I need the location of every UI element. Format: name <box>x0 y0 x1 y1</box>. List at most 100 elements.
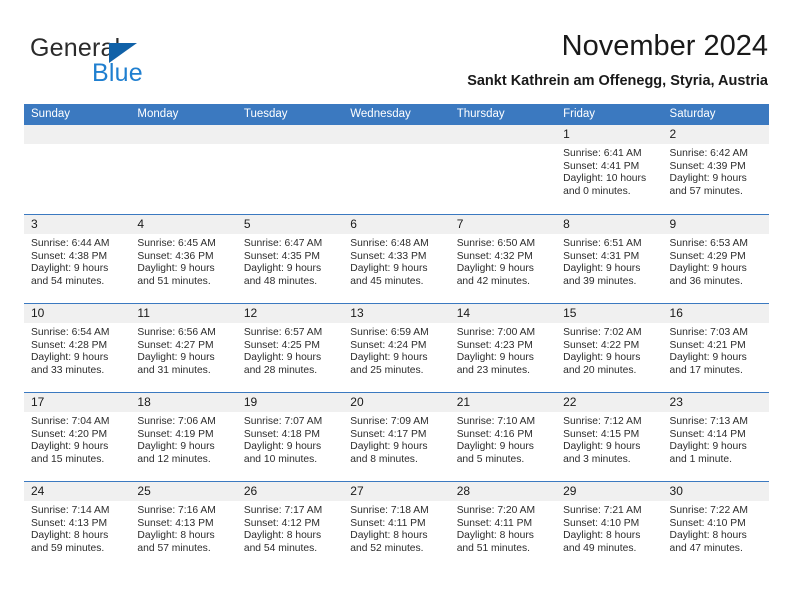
day-number: 7 <box>449 215 557 234</box>
calendar-day-cell[interactable]: 26 Sunrise: 7:17 AM Sunset: 4:12 PM Dayligh… <box>236 482 344 570</box>
sunrise-text: Sunrise: 7:17 AM <box>243 505 323 516</box>
daylight-text-line2: and 42 minutes. <box>456 275 530 287</box>
day-number: 12 <box>236 304 344 323</box>
calendar-day-cell[interactable]: 30 Sunrise: 7:22 AM Sunset: 4:10 PM Dayligh… <box>662 482 769 570</box>
day-number: 13 <box>343 304 450 323</box>
sunrise-text: Sunrise: 7:18 AM <box>350 505 429 516</box>
calendar-day-cell[interactable]: 25 Sunrise: 7:16 AM Sunset: 4:13 PM Dayligh… <box>130 482 237 570</box>
day-sun-info: Sunrise: 7:20 AM Sunset: 4:11 PM Daylight:… <box>450 501 556 555</box>
weekday-header-friday: Friday <box>563 108 596 120</box>
day-number <box>236 125 344 144</box>
day-number: 22 <box>556 393 663 412</box>
calendar-day-cell[interactable]: 12 Sunrise: 6:57 AM Sunset: 4:25 PM Dayligh… <box>236 304 344 392</box>
daylight-text-line1: Daylight: 9 hours <box>350 352 428 364</box>
calendar-day-cell[interactable]: 23 Sunrise: 7:13 AM Sunset: 4:14 PM Dayligh… <box>662 393 769 481</box>
daylight-text-line1: Daylight: 9 hours <box>350 263 428 275</box>
page-header: General Blue November 2024 Sankt Kathrei… <box>24 28 768 98</box>
sunrise-text: Sunrise: 6:56 AM <box>137 327 216 338</box>
sunset-text: Sunset: 4:11 PM <box>456 517 533 529</box>
calendar-day-cell[interactable]: 19 Sunrise: 7:07 AM Sunset: 4:18 PM Dayligh… <box>236 393 344 481</box>
day-number: 8 <box>556 215 663 234</box>
calendar-day-cell[interactable]: 28 Sunrise: 7:20 AM Sunset: 4:11 PM Dayligh… <box>449 482 557 570</box>
weekday-header-saturday: Saturday <box>669 108 716 120</box>
daylight-text-line2: and 45 minutes. <box>350 275 424 287</box>
calendar-day-cell[interactable]: 11 Sunrise: 6:56 AM Sunset: 4:27 PM Dayligh… <box>130 304 237 392</box>
day-number: 1 <box>556 125 663 144</box>
day-number: 20 <box>343 393 450 412</box>
day-sun-info: Sunrise: 7:17 AM Sunset: 4:12 PM Daylight:… <box>237 501 343 555</box>
daylight-text-line2: and 31 minutes. <box>137 364 211 376</box>
daylight-text-line2: and 54 minutes. <box>31 275 105 287</box>
calendar-day-cell[interactable]: 6 Sunrise: 6:48 AM Sunset: 4:33 PM Daylight… <box>343 215 450 303</box>
sunset-text: Sunset: 4:35 PM <box>243 250 320 262</box>
calendar-day-cell[interactable]: 24 Sunrise: 7:14 AM Sunset: 4:13 PM Dayligh… <box>24 482 131 570</box>
daylight-text-line1: Daylight: 8 hours <box>669 530 747 542</box>
calendar-week-row: 1 Sunrise: 6:41 AM Sunset: 4:41 PM Daylight… <box>24 125 769 214</box>
day-number: 17 <box>24 393 131 412</box>
calendar-day-cell[interactable]: 17 Sunrise: 7:04 AM Sunset: 4:20 PM Dayligh… <box>24 393 131 481</box>
calendar-day-cell[interactable]: 18 Sunrise: 7:06 AM Sunset: 4:19 PM Dayligh… <box>130 393 237 481</box>
daylight-text-line2: and 33 minutes. <box>31 364 105 376</box>
calendar-day-cell[interactable]: 13 Sunrise: 6:59 AM Sunset: 4:24 PM Dayligh… <box>343 304 450 392</box>
sunrise-text: Sunrise: 6:48 AM <box>350 238 429 249</box>
sunrise-text: Sunrise: 7:04 AM <box>31 416 110 427</box>
daylight-text-line1: Daylight: 9 hours <box>563 263 641 275</box>
daylight-text-line1: Daylight: 9 hours <box>456 441 534 453</box>
sunset-text: Sunset: 4:10 PM <box>563 517 640 529</box>
general-blue-logo[interactable]: General Blue <box>30 34 230 90</box>
calendar-page: General Blue November 2024 Sankt Kathrei… <box>0 0 792 612</box>
sunrise-text: Sunrise: 6:53 AM <box>669 238 748 249</box>
sunrise-text: Sunrise: 6:47 AM <box>243 238 323 249</box>
calendar-day-cell[interactable]: 9 Sunrise: 6:53 AM Sunset: 4:29 PM Daylight… <box>662 215 769 303</box>
day-sun-info: Sunrise: 7:09 AM Sunset: 4:17 PM Daylight:… <box>343 412 449 466</box>
calendar-day-cell[interactable]: 8 Sunrise: 6:51 AM Sunset: 4:31 PM Daylight… <box>556 215 663 303</box>
day-sun-info: Sunrise: 7:00 AM Sunset: 4:23 PM Daylight:… <box>450 323 556 377</box>
weekday-header-sunday: Sunday <box>31 108 71 120</box>
sunset-text: Sunset: 4:23 PM <box>456 339 533 351</box>
calendar-day-cell[interactable]: 29 Sunrise: 7:21 AM Sunset: 4:10 PM Dayligh… <box>556 482 663 570</box>
day-number: 11 <box>130 304 237 323</box>
day-number <box>24 125 131 144</box>
sunset-text: Sunset: 4:36 PM <box>137 250 214 262</box>
calendar-day-cell[interactable]: 5 Sunrise: 6:47 AM Sunset: 4:35 PM Daylight… <box>236 215 344 303</box>
day-number: 3 <box>24 215 131 234</box>
day-number: 29 <box>556 482 663 501</box>
calendar-day-cell[interactable]: 16 Sunrise: 7:03 AM Sunset: 4:21 PM Dayligh… <box>662 304 769 392</box>
calendar-day-cell[interactable]: 3 Sunrise: 6:44 AM Sunset: 4:38 PM Daylight… <box>24 215 131 303</box>
day-sun-info: Sunrise: 7:22 AM Sunset: 4:10 PM Daylight:… <box>663 501 769 555</box>
weekday-header-thursday: Thursday <box>456 108 505 120</box>
sunset-text: Sunset: 4:15 PM <box>563 428 640 440</box>
calendar-day-cell[interactable]: 2 Sunrise: 6:42 AM Sunset: 4:39 PM Daylight… <box>662 125 769 214</box>
calendar-day-cell[interactable]: 7 Sunrise: 6:50 AM Sunset: 4:32 PM Daylight… <box>449 215 557 303</box>
sunrise-text: Sunrise: 7:00 AM <box>456 327 536 338</box>
day-sun-info: Sunrise: 6:45 AM Sunset: 4:36 PM Daylight:… <box>130 234 236 288</box>
sunrise-text: Sunrise: 7:22 AM <box>669 505 748 516</box>
daylight-text-line1: Daylight: 9 hours <box>456 352 534 364</box>
daylight-text-line2: and 12 minutes. <box>137 453 211 465</box>
calendar-day-cell[interactable]: 4 Sunrise: 6:45 AM Sunset: 4:36 PM Daylight… <box>130 215 237 303</box>
calendar-grid: Sunday Monday Tuesday Wednesday Thursday… <box>24 104 769 570</box>
sunset-text: Sunset: 4:25 PM <box>243 339 320 351</box>
calendar-day-cell[interactable]: 10 Sunrise: 6:54 AM Sunset: 4:28 PM Dayligh… <box>24 304 131 392</box>
sunrise-text: Sunrise: 6:57 AM <box>243 327 323 338</box>
sunset-text: Sunset: 4:41 PM <box>563 160 640 172</box>
calendar-day-cell[interactable]: 14 Sunrise: 7:00 AM Sunset: 4:23 PM Dayligh… <box>449 304 557 392</box>
calendar-day-cell[interactable]: 21 Sunrise: 7:10 AM Sunset: 4:16 PM Dayligh… <box>449 393 557 481</box>
day-sun-info: Sunrise: 7:12 AM Sunset: 4:15 PM Daylight:… <box>556 412 662 466</box>
calendar-day-cell[interactable]: 15 Sunrise: 7:02 AM Sunset: 4:22 PM Dayligh… <box>556 304 663 392</box>
sunset-text: Sunset: 4:28 PM <box>31 339 108 351</box>
daylight-text-line2: and 8 minutes. <box>350 453 418 465</box>
daylight-text-line1: Daylight: 9 hours <box>137 263 215 275</box>
day-sun-info: Sunrise: 6:44 AM Sunset: 4:38 PM Daylight:… <box>24 234 130 288</box>
daylight-text-line2: and 52 minutes. <box>350 542 424 554</box>
calendar-day-cell-empty <box>130 125 237 214</box>
calendar-day-cell[interactable]: 27 Sunrise: 7:18 AM Sunset: 4:11 PM Dayligh… <box>343 482 450 570</box>
daylight-text-line1: Daylight: 8 hours <box>137 530 215 542</box>
calendar-day-cell[interactable]: 20 Sunrise: 7:09 AM Sunset: 4:17 PM Dayligh… <box>343 393 450 481</box>
sunrise-text: Sunrise: 6:42 AM <box>669 148 748 159</box>
calendar-day-cell[interactable]: 22 Sunrise: 7:12 AM Sunset: 4:15 PM Dayligh… <box>556 393 663 481</box>
calendar-weeks: 1 Sunrise: 6:41 AM Sunset: 4:41 PM Daylight… <box>24 125 769 570</box>
day-number: 21 <box>449 393 557 412</box>
calendar-day-cell[interactable]: 1 Sunrise: 6:41 AM Sunset: 4:41 PM Daylight… <box>556 125 663 214</box>
sunset-text: Sunset: 4:10 PM <box>669 517 746 529</box>
